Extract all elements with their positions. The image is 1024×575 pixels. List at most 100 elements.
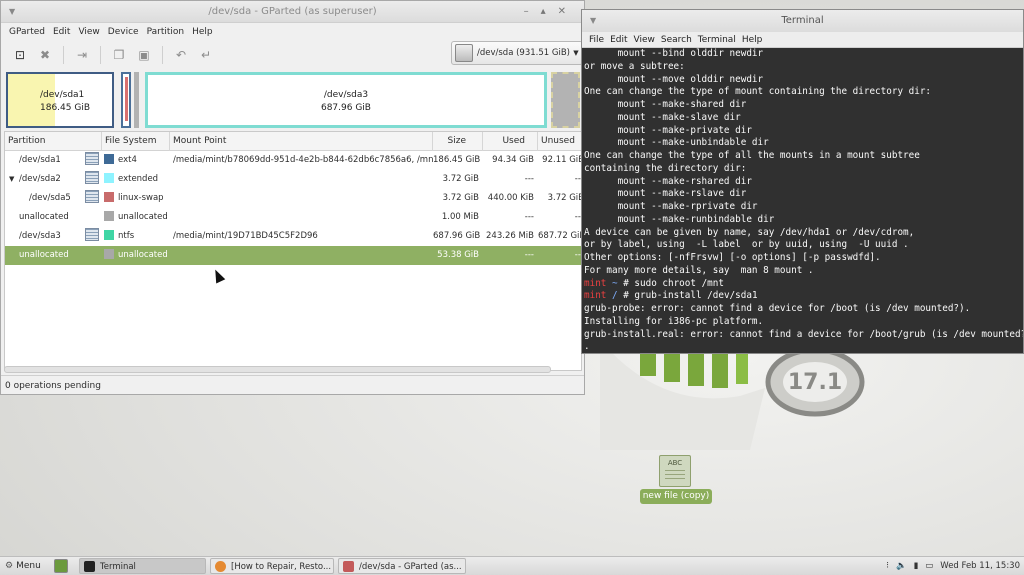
graph-unallocated-small[interactable] — [134, 72, 139, 128]
col-size[interactable]: Size — [433, 132, 483, 151]
term-menu-edit[interactable]: Edit — [607, 35, 630, 45]
cell-partition: /dev/sda3 — [5, 227, 102, 246]
graph-sda1-size: 186.45 GiB — [40, 103, 91, 113]
task-firefox[interactable]: [How to Repair, Resto... — [210, 558, 334, 574]
col-filesystem[interactable]: File System — [102, 132, 170, 151]
table-row[interactable]: /dev/sda3 ntfs/media/mint/19D71BD45C5F2D9… — [5, 227, 581, 246]
cell-unused: 92.11 GiB — [542, 155, 582, 165]
col-used[interactable]: Used — [483, 132, 538, 151]
fs-color-swatch — [104, 172, 114, 183]
battery-icon[interactable]: ▭ — [925, 557, 933, 575]
cell-unused: --- — [574, 212, 581, 222]
terminal-line: grub-install.real: error: cannot find a … — [584, 328, 1024, 340]
terminal-line: mount --make-rshared dir — [584, 175, 752, 187]
cell-mount: /media/mint/19D71BD45C5F2D96 — [173, 231, 318, 241]
file-icon: ABC — [659, 455, 691, 487]
terminal-line: One can change the type of all the mount… — [584, 150, 920, 161]
new-partition-icon[interactable]: ⊡ — [9, 44, 31, 66]
term-menu-file[interactable]: File — [586, 35, 607, 45]
system-tray: ⁝ 🔈 ▮ ▭ Wed Feb 11, 15:30 — [886, 557, 1020, 575]
volume-icon[interactable]: 🔈 — [896, 557, 907, 575]
term-menu-view[interactable]: View — [631, 35, 658, 45]
cell-mount — [170, 208, 433, 227]
cell-mount — [170, 246, 433, 265]
terminal-line: mount --make-rslave dir — [584, 188, 747, 200]
clock[interactable]: Wed Feb 11, 15:30 — [940, 557, 1020, 575]
term-menu-terminal[interactable]: Terminal — [695, 35, 739, 45]
table-row[interactable]: unallocated unallocated 1.00 MiB --- --- — [5, 208, 581, 227]
graph-sda3-size: 687.96 GiB — [320, 103, 371, 113]
task-gparted[interactable]: /dev/sda - GParted (as... — [338, 558, 466, 574]
tray-expander-icon[interactable]: ⁝ — [886, 557, 889, 575]
copy-icon[interactable]: ❐ — [108, 44, 130, 66]
window-menu-icon[interactable]: ▼ — [9, 1, 15, 23]
fs-color-swatch — [104, 210, 114, 221]
cell-size: 1.00 MiB — [441, 212, 479, 222]
graph-unallocated-selected[interactable] — [551, 72, 580, 128]
table-row[interactable]: /dev/sda5 linux-swap 3.72 GiB 440.00 KiB 3.7… — [5, 189, 581, 208]
terminal-line: One can change the type of mount contain… — [584, 86, 932, 98]
menu-view[interactable]: View — [74, 27, 103, 37]
paste-icon[interactable]: ▣ — [133, 44, 155, 66]
lock-icon — [85, 152, 99, 165]
graph-sda2[interactable] — [121, 72, 131, 128]
table-row[interactable]: unallocated unallocated 53.38 GiB --- --- — [5, 246, 581, 265]
cell-filesystem: ntfs — [102, 227, 170, 246]
cell-used: 243.26 MiB — [486, 231, 534, 241]
terminal-line: or by label, using -L label or by uuid, … — [584, 239, 909, 251]
col-partition[interactable]: Partition — [5, 132, 102, 151]
cell-partition: unallocated — [19, 250, 69, 260]
prompt-line: mint / # grub-install /dev/sda1 — [584, 290, 758, 302]
task-terminal[interactable]: Terminal — [79, 558, 206, 574]
delete-icon[interactable]: ✖ — [34, 44, 56, 66]
terminal-line: Installing for i386-pc platform. — [584, 315, 764, 327]
gparted-titlebar[interactable]: ▼ /dev/sda - GParted (as superuser) –▴✕ — [1, 1, 584, 23]
undo-icon[interactable]: ↶ — [170, 44, 192, 66]
desktop-file[interactable]: ABC new file (copy) — [640, 455, 712, 507]
menu-partition[interactable]: Partition — [143, 27, 189, 37]
terminal-line: mount --make-private dir — [584, 124, 752, 136]
graph-sda1[interactable]: /dev/sda1 186.45 GiB — [6, 72, 114, 128]
table-row[interactable]: ▼/dev/sda2extended 3.72 GiB --- --- — [5, 170, 581, 189]
window-menu-icon[interactable]: ▼ — [590, 10, 596, 32]
menu-help[interactable]: Help — [188, 27, 217, 37]
cell-partition: /dev/sda1 — [5, 151, 102, 170]
cell-filesystem: unallocated — [102, 208, 170, 227]
graph-sda5[interactable] — [125, 77, 128, 121]
cell-size: 687.96 GiB — [433, 231, 481, 241]
expander-icon[interactable]: ▼ — [9, 170, 14, 189]
device-selector[interactable]: /dev/sda (931.51 GiB) ▼ — [451, 41, 583, 65]
col-unused[interactable]: Unused — [538, 132, 581, 151]
lock-icon — [85, 228, 99, 241]
lock-icon — [85, 171, 99, 184]
cell-unused: --- — [574, 250, 581, 260]
terminal-output[interactable]: mount --bind olddir newdir or move a subt… — [582, 48, 1024, 353]
gparted-window: ▼ /dev/sda - GParted (as superuser) –▴✕ … — [0, 0, 585, 395]
terminal-line: Other options: [-nfFrsvw] [-o options] [… — [584, 252, 881, 263]
desktop-file-label: new file (copy) — [640, 489, 712, 504]
term-menu-search[interactable]: Search — [658, 35, 695, 45]
partition-graph: /dev/sda1 186.45 GiB /dev/sda3 687.96 GiB — [6, 72, 582, 128]
table-row[interactable]: /dev/sda1 ext4/media/mint/b78069dd-951d-4… — [5, 151, 581, 170]
horizontal-scrollbar[interactable] — [4, 366, 551, 373]
cell-size: 186.45 GiB — [433, 155, 481, 165]
terminal-menubar: File Edit View Search Terminal Help — [582, 32, 1023, 48]
show-desktop-icon[interactable] — [54, 559, 68, 573]
window-controls[interactable]: –▴✕ — [524, 1, 578, 23]
apply-icon[interactable]: ↵ — [195, 44, 217, 66]
graph-sda3[interactable]: /dev/sda3 687.96 GiB — [145, 72, 547, 128]
network-icon[interactable]: ▮ — [914, 557, 919, 575]
graph-sda1-name: /dev/sda1 — [40, 90, 85, 100]
menu-label: Menu — [16, 561, 41, 571]
resize-move-icon[interactable]: ⇥ — [71, 44, 93, 66]
menu-button[interactable]: ⚙ Menu — [5, 557, 41, 575]
terminal-titlebar[interactable]: ▼ Terminal — [582, 10, 1023, 32]
device-selector-value: /dev/sda (931.51 GiB) — [477, 48, 570, 58]
menu-device[interactable]: Device — [104, 27, 143, 37]
terminal-line: mount --make-slave dir — [584, 111, 741, 123]
cell-filesystem: linux-swap — [102, 189, 170, 208]
col-mountpoint[interactable]: Mount Point — [170, 132, 433, 151]
menu-edit[interactable]: Edit — [49, 27, 74, 37]
menu-gparted[interactable]: GParted — [5, 27, 49, 37]
term-menu-help[interactable]: Help — [739, 35, 766, 45]
